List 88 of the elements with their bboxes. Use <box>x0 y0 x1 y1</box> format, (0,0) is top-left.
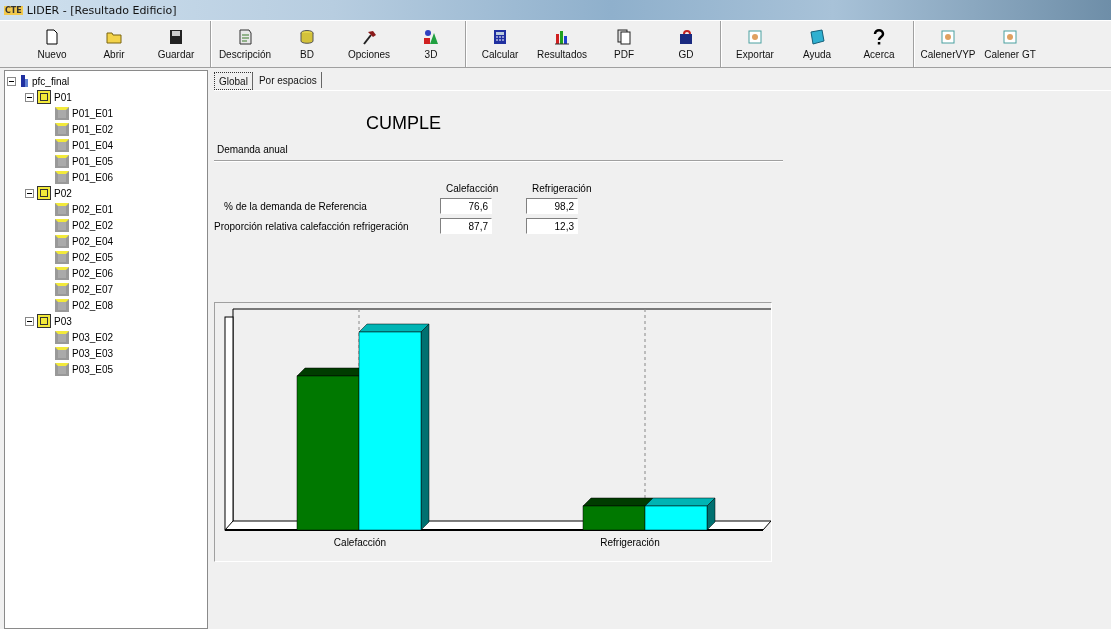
toolbar-button[interactable]: Acerca <box>848 21 910 67</box>
hammer-icon <box>360 28 378 46</box>
calculator-icon <box>491 28 509 46</box>
toolbar-button[interactable]: Calener GT <box>979 21 1041 67</box>
document-icon <box>43 28 61 46</box>
tree-item[interactable]: P01_E02 <box>72 123 114 135</box>
column-heading: Refrigeración <box>531 183 590 194</box>
space-icon <box>55 218 69 232</box>
value-field[interactable]: 76,6 <box>440 198 492 214</box>
collapse-icon[interactable] <box>25 92 34 102</box>
toolbar-button[interactable]: GD <box>655 21 717 67</box>
bar-chart-icon <box>553 28 571 46</box>
floor-icon <box>37 314 51 328</box>
chart-bar <box>582 497 654 531</box>
disk-arrow-icon <box>677 28 695 46</box>
toolbar-button[interactable]: Abrir <box>83 21 145 67</box>
collapse-icon[interactable] <box>7 76 16 86</box>
toolbar-button[interactable]: Calcular <box>469 21 531 67</box>
space-icon <box>55 250 69 264</box>
tree-item[interactable]: P03 <box>54 315 72 327</box>
toolbar-button[interactable]: Nuevo <box>21 21 83 67</box>
tree-item[interactable]: P02 <box>54 187 72 199</box>
book-icon <box>808 28 826 46</box>
toolbar-button[interactable]: BD <box>276 21 338 67</box>
tree-item[interactable]: P01 <box>54 91 72 103</box>
tree-item[interactable]: P03_E05 <box>72 363 114 375</box>
tree-item[interactable]: P02_E06 <box>72 267 114 279</box>
collapse-icon[interactable] <box>25 188 34 198</box>
tree-item[interactable]: P01_E06 <box>72 171 114 183</box>
value-field[interactable]: 87,7 <box>440 218 492 234</box>
collapse-icon[interactable] <box>25 316 34 326</box>
database-icon <box>298 28 316 46</box>
space-icon <box>55 202 69 216</box>
value-field[interactable]: 98,2 <box>526 198 578 214</box>
notepad-icon <box>236 28 254 46</box>
toolbar-button[interactable]: Opciones <box>338 21 400 67</box>
building-icon <box>19 74 29 88</box>
tree-item[interactable]: pfc_final <box>32 75 70 87</box>
toolbar-button[interactable]: PDF <box>593 21 655 67</box>
result-heading: CUMPLE <box>366 113 442 134</box>
tree-item[interactable]: P02_E07 <box>72 283 114 295</box>
chart-bar <box>644 497 716 531</box>
axis-label: Refrigeración <box>599 536 661 548</box>
space-icon <box>55 138 69 152</box>
axis-label: Calefacción <box>332 536 388 548</box>
toolbar-button[interactable]: Exportar <box>724 21 786 67</box>
export-icon <box>939 28 957 46</box>
space-icon <box>55 122 69 136</box>
space-icon <box>55 266 69 280</box>
export-icon <box>746 28 764 46</box>
toolbar-button[interactable]: Ayuda <box>786 21 848 67</box>
app-logo: CTE <box>4 5 23 15</box>
value-field[interactable]: 12,3 <box>526 218 578 234</box>
toolbar-button[interactable]: 3D <box>400 21 462 67</box>
space-icon <box>55 282 69 296</box>
toolbar-button[interactable]: CalenerVYP <box>917 21 979 67</box>
tree-item[interactable]: P02_E01 <box>72 203 114 215</box>
shapes-icon <box>422 28 440 46</box>
tree-item[interactable]: P02_E05 <box>72 251 114 263</box>
space-icon <box>55 154 69 168</box>
pages-icon <box>615 28 633 46</box>
space-icon <box>55 346 69 360</box>
space-icon <box>55 234 69 248</box>
tree-item[interactable]: P02_E04 <box>72 235 114 247</box>
export-icon <box>1001 28 1019 46</box>
floor-icon <box>37 90 51 104</box>
tab[interactable]: Global <box>214 72 253 90</box>
tree-item[interactable]: P03_E03 <box>72 347 114 359</box>
tree-item[interactable]: P03_E02 <box>72 331 114 343</box>
tree-item[interactable]: P01_E01 <box>72 107 114 119</box>
row-label: Proporción relativa calefacción refrigeración <box>214 220 410 232</box>
toolbar-button[interactable]: Guardar <box>145 21 207 67</box>
space-icon <box>55 298 69 312</box>
toolbar-button[interactable]: Descripción <box>214 21 276 67</box>
column-heading: Calefacción <box>445 183 500 194</box>
space-icon <box>55 330 69 344</box>
toolbar-button[interactable]: Resultados <box>531 21 593 67</box>
section-heading: Demanda anual <box>214 144 783 161</box>
floor-icon <box>37 186 51 200</box>
space-icon <box>55 106 69 120</box>
window-title: LIDER - [Resultado Edificio] <box>26 3 177 17</box>
row-label: % de la demanda de Referencia <box>223 200 368 212</box>
tree-item[interactable]: P02_E08 <box>72 299 114 311</box>
tree-item[interactable]: P02_E02 <box>72 219 114 231</box>
space-icon <box>55 170 69 184</box>
space-icon <box>55 362 69 376</box>
tree-item[interactable]: P01_E04 <box>72 139 114 151</box>
tree-item[interactable]: P01_E05 <box>72 155 114 167</box>
